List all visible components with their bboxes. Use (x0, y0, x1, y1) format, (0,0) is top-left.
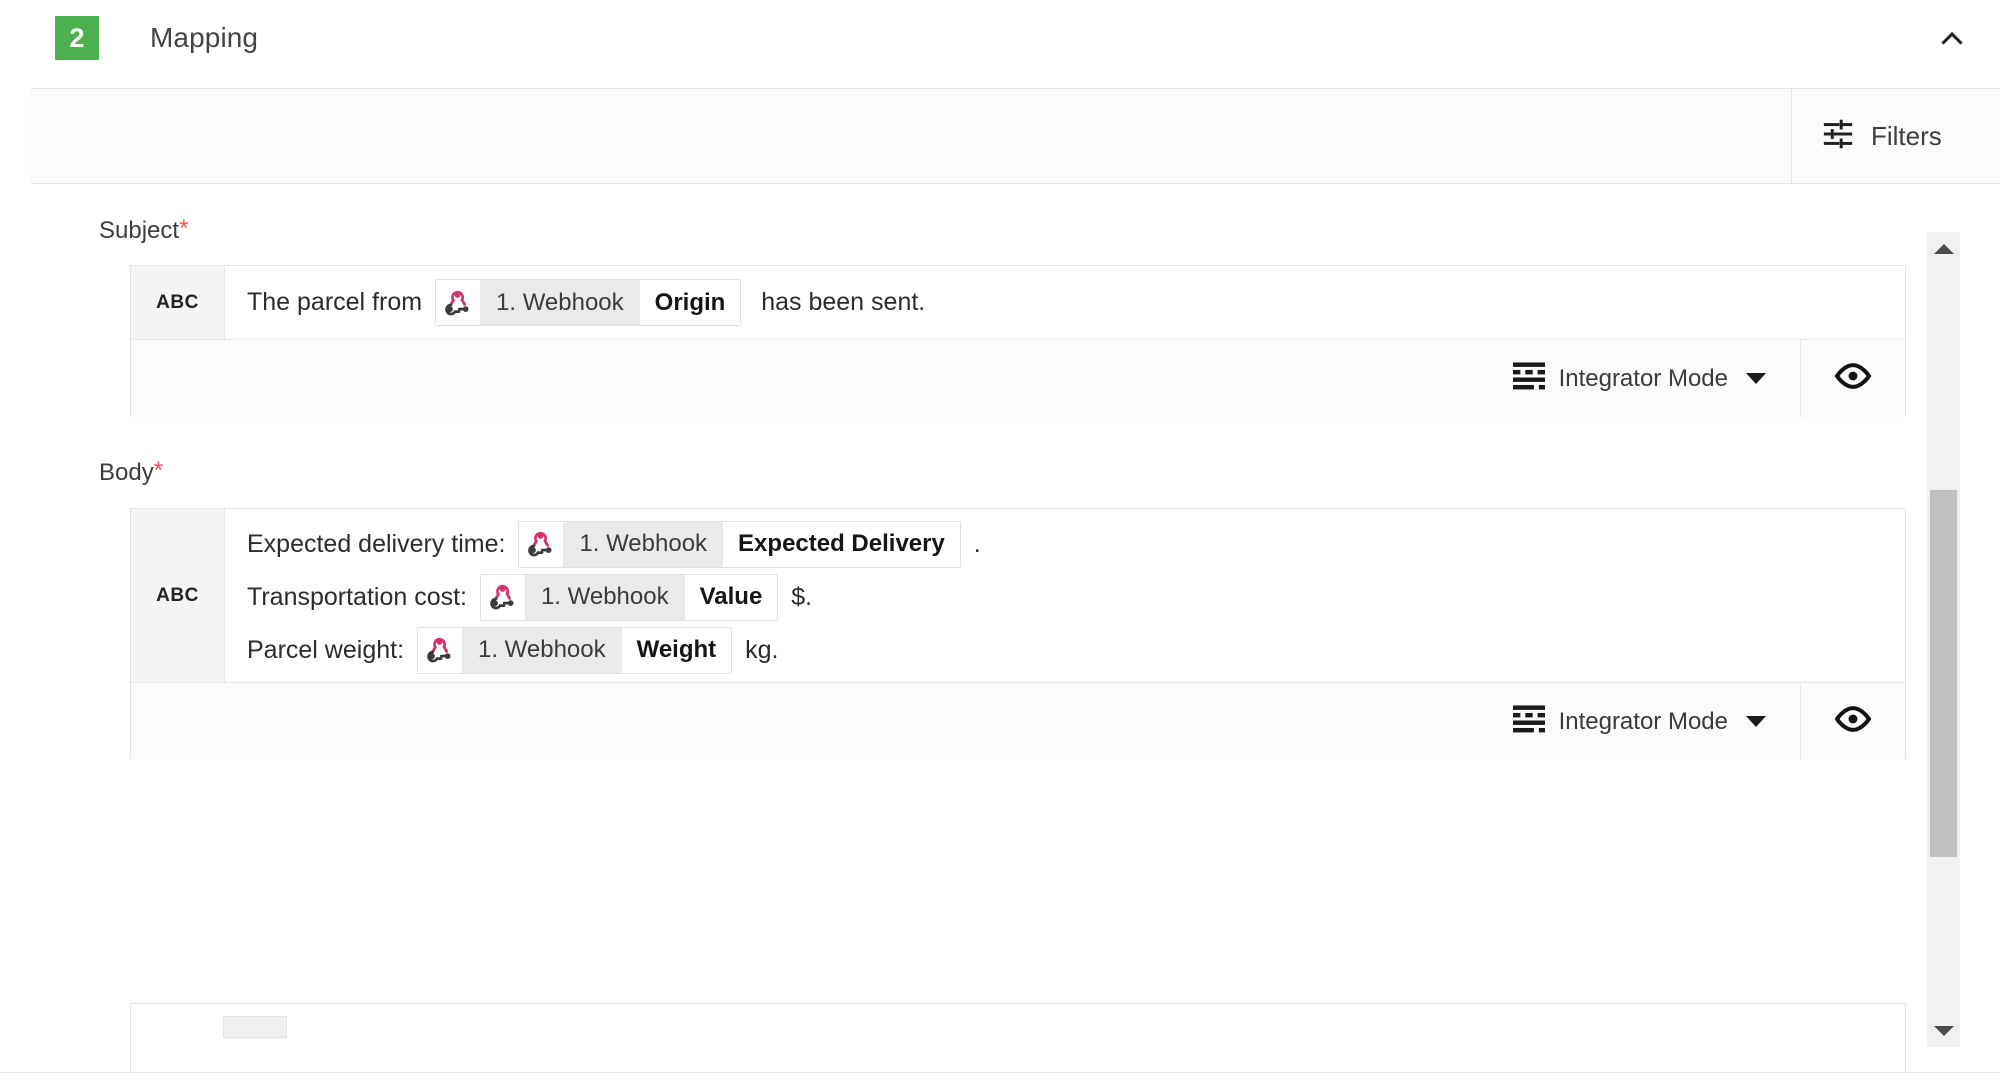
caret-down-icon (1746, 716, 1766, 727)
eye-icon (1834, 704, 1872, 739)
caret-down-icon (1746, 373, 1766, 384)
mapping-pill-value[interactable]: 1. Webhook Value (479, 573, 779, 621)
mapping-line: Parcel weight: 1. Webhook Weight kg. (247, 625, 1883, 675)
mapping-scroll-area: Subject* ABC The parcel from 1. Webhook … (31, 185, 2000, 1072)
static-text: has been sent. (747, 288, 926, 316)
panel-bottom-divider (0, 1072, 2000, 1073)
next-field-type-badge-partial (223, 1016, 287, 1038)
subject-mode-label: Integrator Mode (1558, 364, 1728, 392)
pill-field-label: Expected Delivery (723, 521, 960, 567)
filters-label: Filters (1871, 120, 1942, 151)
pill-field-label: Weight (621, 627, 732, 673)
mapping-pill-origin[interactable]: 1. Webhook Origin (435, 279, 742, 326)
body-mapping-input[interactable]: Expected delivery time: 1. Webhook Expec… (225, 509, 1905, 682)
page-title: Mapping (150, 22, 259, 53)
subject-field-box: ABC The parcel from 1. Webhook Origin ha… (130, 265, 1906, 417)
webhook-icon (480, 574, 525, 620)
body-preview-button[interactable] (1800, 683, 1905, 760)
panel-header: 2 Mapping (0, 0, 2000, 82)
triangle-up-icon (1933, 243, 1954, 254)
filters-button[interactable]: Filters (1821, 89, 1942, 183)
tune-sliders-icon (1821, 117, 1855, 156)
pill-module-label: 1. Webhook (563, 521, 724, 567)
subject-preview-button[interactable] (1800, 340, 1905, 417)
mapping-toolbar: Filters (31, 88, 2000, 184)
static-text: The parcel from (247, 288, 430, 316)
static-text: Transportation cost: (247, 582, 474, 611)
subject-mapping-input[interactable]: The parcel from 1. Webhook Origin has be… (225, 266, 1905, 339)
pill-module-label: 1. Webhook (480, 280, 640, 325)
webhook-icon (519, 521, 564, 567)
mapping-pill-expected-delivery[interactable]: 1. Webhook Expected Delivery (518, 520, 961, 568)
body-mode-label: Integrator Mode (1558, 707, 1728, 735)
webhook-icon (436, 280, 481, 325)
pill-module-label: 1. Webhook (461, 627, 622, 673)
toolbar-divider (1791, 89, 1792, 183)
static-text: $. (784, 582, 813, 611)
body-field-label: Body* (99, 457, 164, 487)
vertical-scrollbar[interactable] (1927, 232, 1960, 1047)
text-lines-icon (1512, 705, 1545, 738)
eye-icon (1834, 361, 1872, 396)
body-field-box: ABC Expected delivery time: 1. Webhook E… (130, 508, 1906, 760)
static-text: Parcel weight: (247, 635, 411, 664)
scrollbar-thumb[interactable] (1930, 490, 1957, 857)
scroll-up-button[interactable] (1927, 232, 1960, 265)
triangle-down-icon (1933, 1025, 1954, 1036)
pill-field-label: Value (684, 574, 778, 620)
subject-field-footer: Integrator Mode (131, 339, 1905, 417)
body-field-footer: Integrator Mode (131, 682, 1905, 760)
body-mode-select[interactable]: Integrator Mode (1512, 705, 1800, 738)
mapping-line: Expected delivery time: 1. Webhook Expec… (247, 519, 1883, 569)
scroll-down-button[interactable] (1927, 1014, 1960, 1047)
mapping-line: Transportation cost: 1. Webhook Value $. (247, 569, 1883, 625)
pill-module-label: 1. Webhook (524, 574, 685, 620)
mapping-line: The parcel from 1. Webhook Origin has be… (247, 279, 1883, 326)
mapping-pill-weight[interactable]: 1. Webhook Weight (416, 626, 733, 674)
next-field-box-partial (130, 1003, 1906, 1072)
pill-field-label: Origin (639, 280, 741, 325)
static-text: Expected delivery time: (247, 529, 513, 558)
chevron-up-icon (1935, 21, 1969, 60)
webhook-icon (417, 627, 462, 673)
required-indicator: * (179, 215, 189, 242)
subject-mode-select[interactable]: Integrator Mode (1512, 362, 1800, 395)
step-number-badge: 2 (55, 16, 99, 60)
subject-field-label: Subject* (99, 215, 189, 245)
static-text: . (966, 529, 981, 558)
body-type-badge: ABC (131, 509, 225, 682)
text-lines-icon (1512, 362, 1545, 395)
static-text: kg. (738, 635, 779, 664)
required-indicator: * (153, 457, 164, 484)
collapse-panel-button[interactable] (1926, 14, 1978, 66)
subject-type-badge: ABC (131, 266, 225, 339)
